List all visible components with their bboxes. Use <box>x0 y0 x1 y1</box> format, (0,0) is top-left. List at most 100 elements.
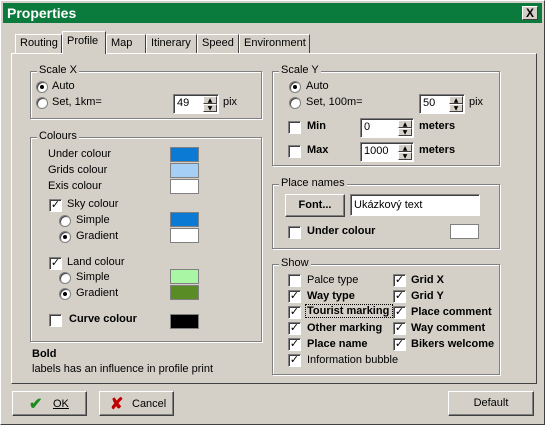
min-checkbox[interactable] <box>288 121 301 134</box>
scale-x-auto-radio[interactable] <box>36 81 48 93</box>
sky-gradient-label: Gradient <box>76 230 119 242</box>
ok-button[interactable]: ✔ OK <box>12 391 87 416</box>
up-arrow-icon[interactable]: ▲ <box>203 96 217 104</box>
tab-map[interactable]: Map <box>106 34 146 53</box>
show-way-type-checkbox[interactable]: ✓ <box>288 290 301 303</box>
show-other-marking-label: Other marking <box>307 322 383 334</box>
show-bikers-welcome-checkbox[interactable]: ✓ <box>393 338 406 351</box>
scale-y-set-radio[interactable] <box>289 97 301 109</box>
max-label: Max <box>307 144 329 156</box>
down-arrow-icon[interactable]: ▼ <box>203 104 217 112</box>
up-arrow-icon[interactable]: ▲ <box>398 144 412 152</box>
sky-gradient-radio[interactable] <box>59 231 71 243</box>
curve-colour-label: Curve colour <box>69 313 137 325</box>
land-gradient-swatch[interactable] <box>170 285 199 300</box>
scale-y-set-label: Set, 100m= <box>306 96 363 108</box>
sky-simple-radio[interactable] <box>59 215 71 227</box>
show-grid-y-checkbox[interactable]: ✓ <box>393 290 406 303</box>
show-place-name-checkbox[interactable]: ✓ <box>288 338 301 351</box>
max-value: 1000 <box>364 145 389 157</box>
scale-y-auto-label: Auto <box>306 80 329 92</box>
note-text: labels has an influence in profile print <box>32 363 214 375</box>
under-colour-swatch[interactable] <box>170 147 199 162</box>
scale-x-stepper[interactable]: 49 ▲ ▼ <box>173 94 219 114</box>
tab-routing[interactable]: Routing <box>15 34 62 53</box>
tab-speed[interactable]: Speed <box>197 34 239 53</box>
grids-colour-label: Grids colour <box>48 164 108 176</box>
max-unit: meters <box>419 144 456 156</box>
cancel-button[interactable]: ✘ Cancel <box>99 391 174 416</box>
up-arrow-icon[interactable]: ▲ <box>449 96 463 104</box>
show-tourist-marking-checkbox[interactable]: ✓ <box>288 306 301 319</box>
show-other-marking-checkbox[interactable]: ✓ <box>288 322 301 335</box>
scale-y-stepper[interactable]: 50 ▲ ▼ <box>419 94 465 114</box>
place-under-colour-checkbox[interactable] <box>288 226 301 239</box>
tab-itinerary[interactable]: Itinerary <box>146 34 197 53</box>
min-unit: meters <box>419 120 456 132</box>
sky-gradient-swatch[interactable] <box>170 228 199 243</box>
max-stepper[interactable]: 1000 ▲ ▼ <box>360 142 414 162</box>
show-grid-x-checkbox[interactable]: ✓ <box>393 274 406 287</box>
show-tourist-marking-label: Tourist marking <box>305 304 393 318</box>
min-stepper[interactable]: 0 ▲ ▼ <box>360 118 414 138</box>
default-button[interactable]: Default <box>448 391 534 416</box>
land-simple-radio[interactable] <box>59 272 71 284</box>
scale-x-auto-label: Auto <box>52 80 75 92</box>
down-arrow-icon[interactable]: ▼ <box>398 128 412 136</box>
properties-window: Properties X Routing Profile Map Itinera… <box>0 0 545 425</box>
tab-profile[interactable]: Profile <box>62 31 106 54</box>
ok-label: OK <box>53 398 69 410</box>
show-information-bubble-checkbox[interactable]: ✓ <box>288 354 301 367</box>
show-way-comment-checkbox[interactable]: ✓ <box>393 322 406 335</box>
down-arrow-icon[interactable]: ▼ <box>449 104 463 112</box>
sky-colour-checkbox[interactable]: ✓ <box>49 199 62 212</box>
exis-colour-swatch[interactable] <box>170 179 199 194</box>
up-arrow-icon[interactable]: ▲ <box>398 120 412 128</box>
show-bikers-welcome-label: Bikers welcome <box>411 338 495 350</box>
max-checkbox[interactable] <box>288 145 301 158</box>
exis-colour-label: Exis colour <box>48 180 102 192</box>
land-gradient-radio[interactable] <box>59 288 71 300</box>
cross-icon: ✘ <box>110 396 124 413</box>
tab-environment[interactable]: Environment <box>239 34 310 53</box>
scale-y-value: 50 <box>423 97 436 109</box>
scale-x-set-label: Set, 1km= <box>52 96 102 108</box>
scale-y-unit: pix <box>469 96 484 108</box>
show-grid-y-label: Grid Y <box>411 290 444 302</box>
show-place-comment-label: Place comment <box>411 306 492 318</box>
sky-simple-swatch[interactable] <box>170 212 199 227</box>
land-simple-swatch[interactable] <box>170 269 199 284</box>
land-colour-checkbox[interactable]: ✓ <box>49 257 62 270</box>
down-arrow-icon[interactable]: ▼ <box>398 152 412 160</box>
curve-colour-swatch[interactable] <box>170 314 199 329</box>
place-names-legend: Place names <box>279 177 347 189</box>
close-button[interactable]: X <box>522 6 538 20</box>
scale-x-unit: pix <box>223 96 238 108</box>
check-icon: ✔ <box>29 396 43 413</box>
scale-y-auto-radio[interactable] <box>289 81 301 93</box>
note-bold-label: Bold <box>32 348 57 360</box>
font-button[interactable]: Font... <box>285 194 345 217</box>
sample-text-field[interactable]: Ukázkový text <box>350 194 480 216</box>
show-legend: Show <box>279 257 311 269</box>
place-under-colour-label: Under colour <box>307 225 376 237</box>
title-bar: Properties X <box>3 3 542 23</box>
scale-x-value: 49 <box>177 97 190 109</box>
under-colour-label: Under colour <box>48 148 111 160</box>
show-grid-x-label: Grid X <box>411 274 445 286</box>
show-palce-type-checkbox[interactable] <box>288 274 301 287</box>
cancel-label: Cancel <box>132 398 167 410</box>
curve-colour-checkbox[interactable] <box>49 314 62 327</box>
place-under-colour-swatch[interactable] <box>450 224 479 239</box>
sky-colour-label: Sky colour <box>67 198 119 210</box>
show-way-comment-label: Way comment <box>411 322 486 334</box>
scale-x-group: Scale X <box>30 64 262 119</box>
land-simple-label: Simple <box>76 271 110 283</box>
scale-x-legend: Scale X <box>37 64 79 76</box>
grids-colour-swatch[interactable] <box>170 163 199 178</box>
colours-legend: Colours <box>37 130 79 142</box>
show-place-comment-checkbox[interactable]: ✓ <box>393 306 406 319</box>
land-gradient-label: Gradient <box>76 287 119 299</box>
land-colour-label: Land colour <box>67 256 125 268</box>
scale-x-set-radio[interactable] <box>36 97 48 109</box>
